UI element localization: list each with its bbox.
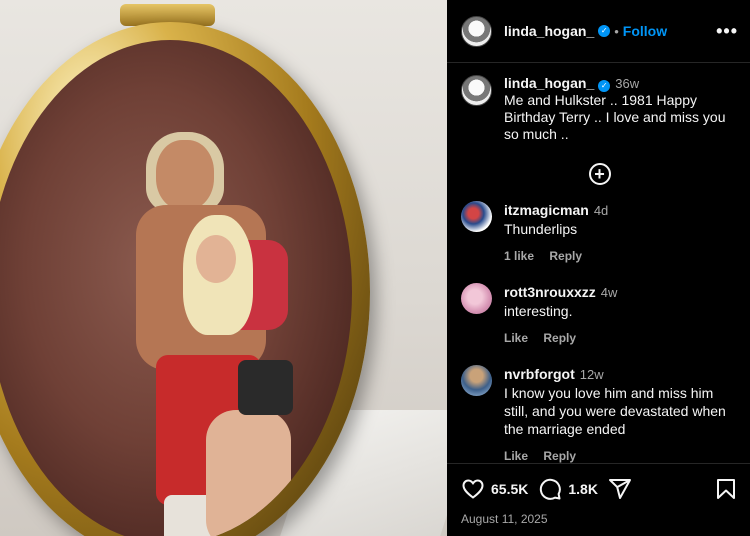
like-button[interactable]: 65.5K bbox=[461, 477, 528, 501]
post-photo[interactable] bbox=[0, 0, 447, 536]
like-count[interactable]: 65.5K bbox=[491, 481, 528, 497]
more-options-icon[interactable]: ••• bbox=[716, 21, 738, 42]
heart-icon bbox=[462, 479, 484, 499]
caption-author-avatar[interactable] bbox=[461, 75, 492, 106]
man-head bbox=[156, 140, 214, 210]
comment-item: itzmagicman 4d Thunderlips 1 like Reply bbox=[461, 201, 738, 265]
woman-face bbox=[196, 235, 236, 283]
like-comment-button[interactable]: Like bbox=[504, 449, 528, 463]
post-side-panel: linda_hogan_ ✓ • Follow ••• linda_hogan_… bbox=[447, 0, 750, 536]
follow-button[interactable]: Follow bbox=[623, 23, 667, 39]
commenter-avatar[interactable] bbox=[461, 283, 492, 314]
comment-username[interactable]: nvrbforgot bbox=[504, 366, 575, 382]
comments-section[interactable]: linda_hogan_ ✓ 36w Me and Hulkster .. 1981… bbox=[447, 63, 750, 463]
reply-button[interactable]: Reply bbox=[549, 249, 582, 263]
woman-shorts bbox=[238, 360, 293, 415]
like-comment-button[interactable]: Like bbox=[504, 331, 528, 345]
comment-count[interactable]: 1.8K bbox=[568, 481, 598, 497]
comment-username[interactable]: rott3nrouxxzz bbox=[504, 284, 596, 300]
post-actions-footer: 65.5K 1.8K August 11, 2025 bbox=[447, 463, 750, 536]
post-date[interactable]: August 11, 2025 bbox=[461, 512, 738, 526]
comment-age[interactable]: 12w bbox=[580, 367, 604, 382]
bookmark-icon bbox=[717, 479, 735, 499]
comment-item: nvrbforgot 12w I know you love him and mi… bbox=[461, 365, 738, 463]
caption-age[interactable]: 36w bbox=[615, 76, 639, 91]
comment-button[interactable]: 1.8K bbox=[538, 477, 598, 501]
comment-age[interactable]: 4w bbox=[601, 285, 618, 300]
separator-dot: • bbox=[614, 23, 619, 39]
share-button[interactable] bbox=[608, 477, 632, 501]
comment-text: Thunderlips bbox=[504, 221, 578, 237]
commenter-avatar[interactable] bbox=[461, 201, 492, 232]
author-avatar[interactable] bbox=[461, 15, 492, 47]
verified-badge-icon: ✓ bbox=[598, 80, 611, 92]
save-button[interactable] bbox=[714, 477, 738, 501]
reply-button[interactable]: Reply bbox=[543, 331, 576, 345]
verified-badge-icon: ✓ bbox=[598, 25, 611, 37]
caption-username[interactable]: linda_hogan_ bbox=[504, 75, 594, 91]
comment-item: rott3nrouxxzz 4w interesting. Like Reply bbox=[461, 283, 738, 347]
load-more-comments-button[interactable]: + bbox=[588, 163, 611, 185]
comment-text: interesting. bbox=[504, 303, 573, 319]
author-username[interactable]: linda_hogan_ bbox=[504, 23, 594, 39]
framed-picture bbox=[0, 40, 352, 536]
oval-gold-frame bbox=[0, 22, 370, 536]
reply-button[interactable]: Reply bbox=[543, 449, 576, 463]
comment-bubble-icon bbox=[540, 478, 562, 500]
caption-text: Me and Hulkster .. 1981 Happy Birthday T… bbox=[504, 92, 726, 142]
commenter-avatar[interactable] bbox=[461, 365, 492, 396]
post-caption: linda_hogan_ ✓ 36w Me and Hulkster .. 1981… bbox=[461, 75, 738, 143]
comment-username[interactable]: itzmagicman bbox=[504, 202, 589, 218]
post-header: linda_hogan_ ✓ • Follow ••• bbox=[447, 0, 750, 63]
comment-likes[interactable]: 1 like bbox=[504, 249, 534, 263]
send-plane-icon bbox=[608, 479, 631, 499]
comment-text: I know you love him and miss him still, … bbox=[504, 385, 726, 437]
woman-legs bbox=[206, 410, 291, 536]
comment-age[interactable]: 4d bbox=[594, 203, 608, 218]
